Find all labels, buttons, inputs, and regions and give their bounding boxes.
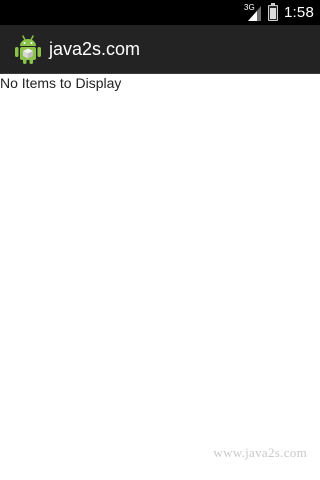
battery-icon (268, 2, 278, 21)
app-title: java2s.com (49, 39, 141, 59)
android-icon[interactable] (14, 33, 42, 65)
status-clock: 1:58 (284, 4, 314, 21)
action-bar: java2s.com (0, 25, 320, 73)
status-icons: 3G 1:58 (244, 0, 314, 25)
watermark: www.java2s.com (213, 445, 307, 460)
signal-icon: 3G (244, 3, 262, 22)
status-bar: 3G 1:58 (0, 0, 320, 25)
empty-list-message: No Items to Display (0, 75, 122, 91)
